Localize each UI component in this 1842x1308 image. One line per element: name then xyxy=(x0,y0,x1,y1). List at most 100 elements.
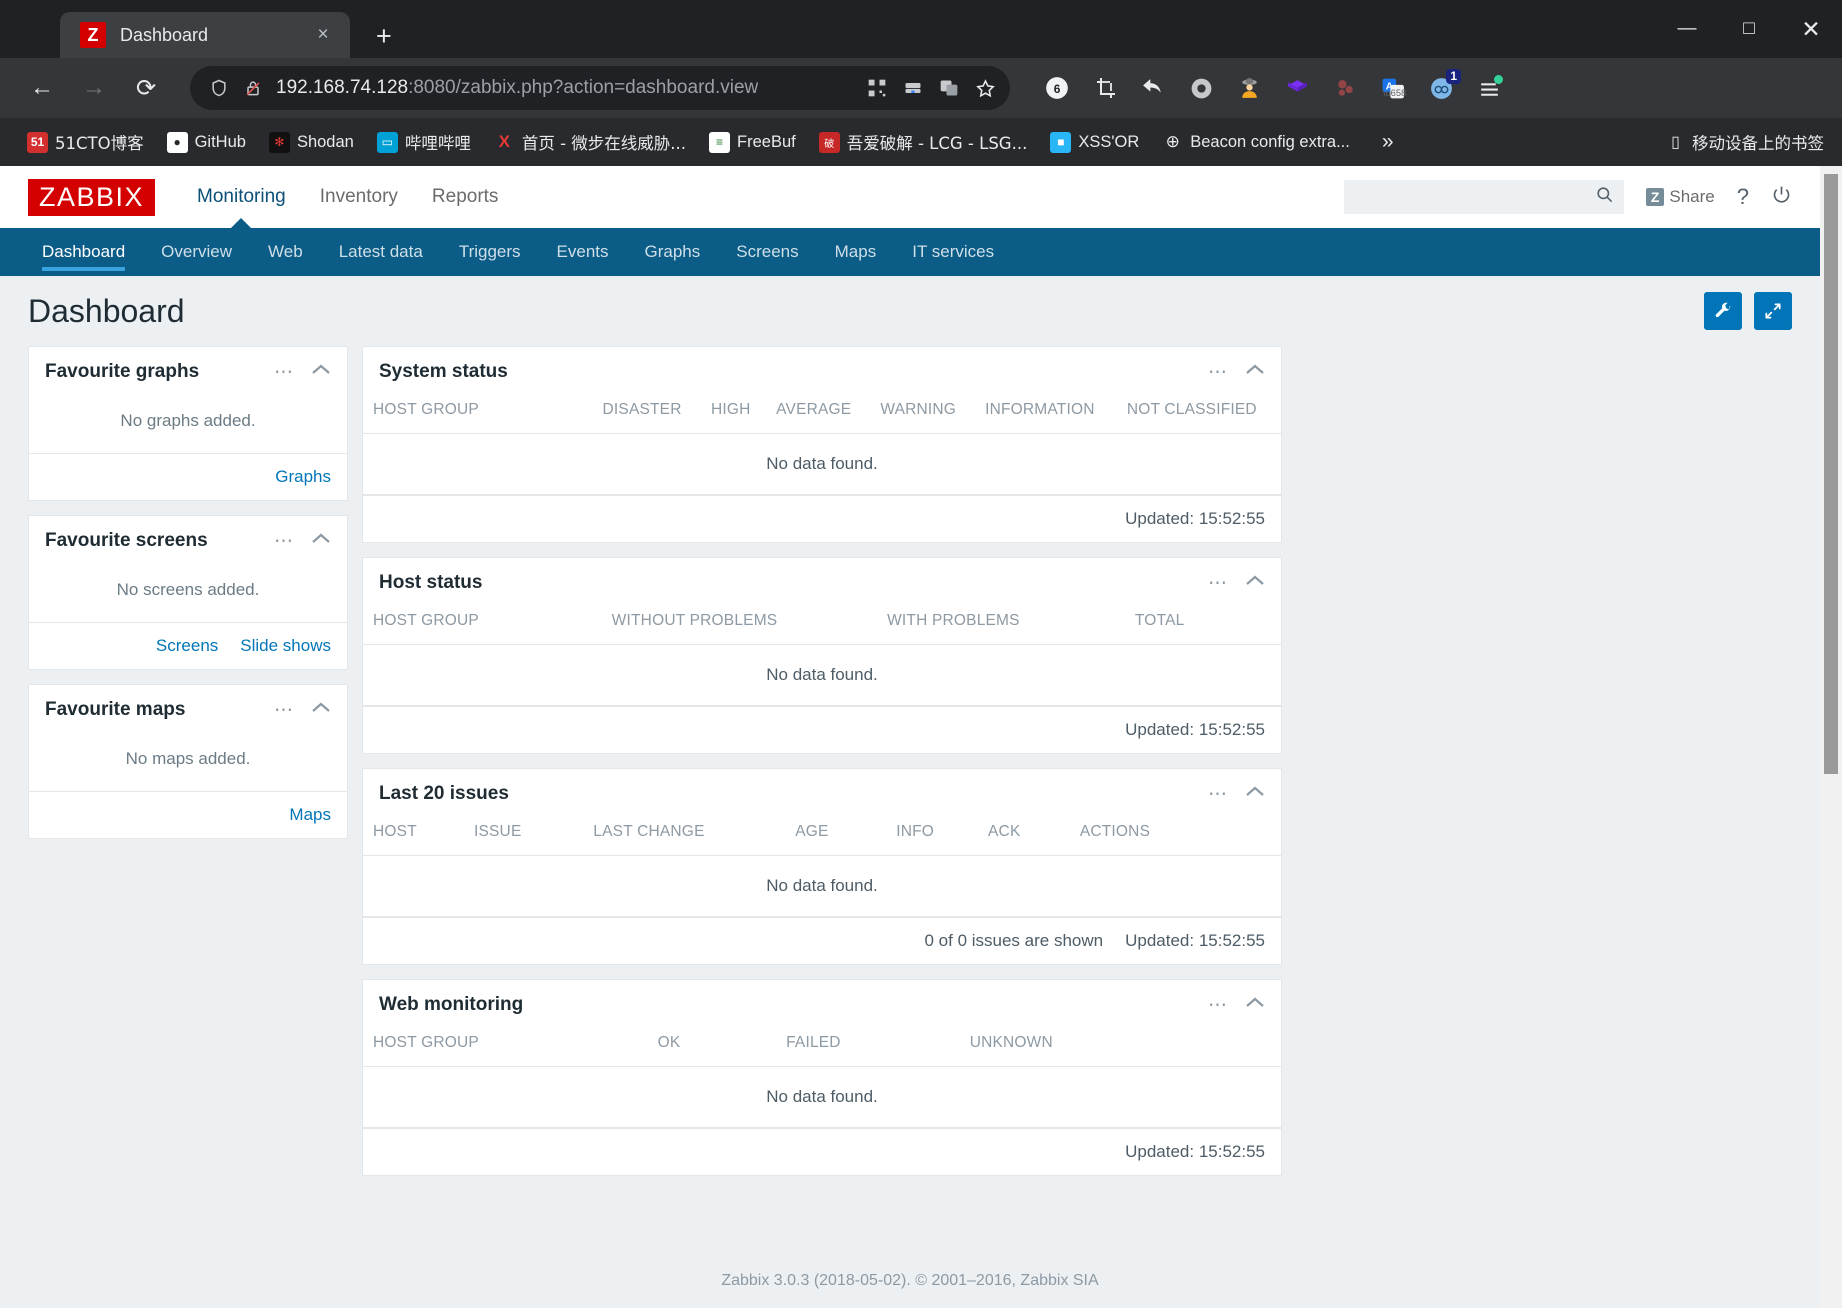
logout-icon[interactable] xyxy=(1771,184,1792,211)
blue-badge-extension-icon[interactable]: 1 xyxy=(1426,69,1461,103)
new-tab-button[interactable]: + xyxy=(376,23,392,50)
subnav-overview[interactable]: Overview xyxy=(143,228,250,276)
col-issue[interactable]: Issue xyxy=(464,817,583,856)
bookmarks-overflow-icon[interactable]: » xyxy=(1382,130,1394,154)
nav-reports[interactable]: Reports xyxy=(432,166,499,228)
col-without-problems[interactable]: Without problems xyxy=(602,606,877,645)
page-scrollbar[interactable] xyxy=(1820,166,1842,1308)
reload-button[interactable]: ⟳ xyxy=(124,66,168,110)
subnav-graphs[interactable]: Graphs xyxy=(627,228,719,276)
subnav-web[interactable]: Web xyxy=(250,228,321,276)
subnav-dashboard[interactable]: Dashboard xyxy=(24,228,143,276)
col-unknown[interactable]: Unknown xyxy=(960,1028,1281,1067)
bookmark-51cto[interactable]: 51 51CTO博客 xyxy=(18,125,153,159)
chevron-up-icon[interactable] xyxy=(311,363,331,381)
col-host[interactable]: Host xyxy=(363,817,464,856)
col-last-change[interactable]: Last change xyxy=(583,817,785,856)
bookmark-threatbook[interactable]: X 首页 - 微步在线威胁... xyxy=(485,125,695,159)
chevron-up-icon[interactable] xyxy=(1245,363,1265,381)
bookmark-beacon-config[interactable]: ⊕ Beacon config extra... xyxy=(1153,127,1359,158)
subnav-latest-data[interactable]: Latest data xyxy=(321,228,441,276)
chevron-up-icon[interactable] xyxy=(1245,996,1265,1014)
maximize-button[interactable]: □ xyxy=(1718,0,1780,58)
bookmark-xssor[interactable]: ■ XSS'OR xyxy=(1041,127,1148,158)
browser-tab-dashboard[interactable]: Z Dashboard × xyxy=(60,12,350,58)
zabbix-footer[interactable]: Zabbix 3.0.3 (2018-05-02). © 2001–2016, … xyxy=(28,1258,1792,1308)
link-maps[interactable]: Maps xyxy=(289,805,331,825)
search-input[interactable] xyxy=(1353,188,1595,206)
link-slide-shows[interactable]: Slide shows xyxy=(240,636,331,656)
subnav-it-services[interactable]: IT services xyxy=(894,228,1012,276)
detective-icon[interactable] xyxy=(1234,73,1264,103)
crop-capture-icon[interactable] xyxy=(1090,73,1120,103)
col-age[interactable]: Age xyxy=(785,817,886,856)
col-host-group[interactable]: Host group xyxy=(363,606,602,645)
subnav-screens[interactable]: Screens xyxy=(718,228,816,276)
browser-menu-icon[interactable] xyxy=(1474,73,1504,103)
col-warning[interactable]: Warning xyxy=(870,395,975,434)
back-button[interactable]: ← xyxy=(20,66,64,110)
col-with-problems[interactable]: With problems xyxy=(877,606,1125,645)
share-button[interactable]: Z Share xyxy=(1645,187,1715,207)
subnav-events[interactable]: Events xyxy=(539,228,627,276)
close-window-button[interactable]: ✕ xyxy=(1780,0,1842,58)
star-icon[interactable] xyxy=(974,77,996,99)
link-graphs[interactable]: Graphs xyxy=(275,467,331,487)
shield-icon[interactable] xyxy=(208,77,230,99)
col-ack[interactable]: Ack xyxy=(978,817,1070,856)
subnav-maps[interactable]: Maps xyxy=(817,228,895,276)
nav-inventory[interactable]: Inventory xyxy=(320,166,398,228)
chevron-up-icon[interactable] xyxy=(311,701,331,719)
save-to-device-icon[interactable] xyxy=(902,77,924,99)
chevron-up-icon[interactable] xyxy=(1245,785,1265,803)
help-icon[interactable]: ? xyxy=(1737,184,1749,210)
zabbix-logo[interactable]: ZABBIX xyxy=(28,178,156,216)
subnav-triggers[interactable]: Triggers xyxy=(441,228,539,276)
minimize-button[interactable]: — xyxy=(1656,0,1718,58)
col-total[interactable]: Total xyxy=(1125,606,1281,645)
col-actions[interactable]: Actions xyxy=(1070,817,1281,856)
col-host-group[interactable]: Host group xyxy=(363,395,593,434)
scrollbar-thumb[interactable] xyxy=(1824,174,1838,774)
col-information[interactable]: Information xyxy=(975,395,1117,434)
widget-menu-icon[interactable]: ⋯ xyxy=(274,701,295,720)
nav-monitoring[interactable]: Monitoring xyxy=(197,166,286,228)
search-icon[interactable] xyxy=(1595,185,1614,209)
col-high[interactable]: High xyxy=(701,395,766,434)
widget-menu-icon[interactable]: ⋯ xyxy=(1208,785,1229,804)
bookmark-52pojie[interactable]: 破 吾爱破解 - LCG - LSG... xyxy=(810,125,1037,159)
col-info[interactable]: Info xyxy=(886,817,978,856)
counter-badge-icon[interactable]: 6 xyxy=(1042,73,1072,103)
undo-arrow-icon[interactable] xyxy=(1138,73,1168,103)
widget-menu-icon[interactable]: ⋯ xyxy=(274,532,295,551)
translate-extension-icon[interactable]: A\u6587 xyxy=(1378,73,1408,103)
col-ok[interactable]: Ok xyxy=(648,1028,777,1067)
tab-close-icon[interactable]: × xyxy=(310,24,336,46)
bookmark-freebuf[interactable]: ≡ FreeBuf xyxy=(700,127,805,158)
col-average[interactable]: Average xyxy=(766,395,870,434)
widget-menu-icon[interactable]: ⋯ xyxy=(1208,996,1229,1015)
global-search[interactable] xyxy=(1343,180,1624,214)
forward-button[interactable]: → xyxy=(72,66,116,110)
circle-ring-icon[interactable] xyxy=(1186,73,1216,103)
qr-code-icon[interactable] xyxy=(866,77,888,99)
fullscreen-button[interactable] xyxy=(1754,292,1792,330)
widget-menu-icon[interactable]: ⋯ xyxy=(1208,363,1229,382)
address-bar[interactable]: 192.168.74.128:8080/zabbix.php?action=da… xyxy=(190,66,1010,110)
col-disaster[interactable]: Disaster xyxy=(593,395,701,434)
red-dots-icon[interactable] xyxy=(1330,73,1360,103)
chevron-up-icon[interactable] xyxy=(311,532,331,550)
edit-dashboard-button[interactable] xyxy=(1704,292,1742,330)
bookmark-shodan[interactable]: ✻ Shodan xyxy=(260,127,363,158)
widget-menu-icon[interactable]: ⋯ xyxy=(1208,574,1229,593)
col-not-classified[interactable]: Not classified xyxy=(1117,395,1281,434)
bookmark-github[interactable]: ● GitHub xyxy=(158,127,255,158)
link-screens[interactable]: Screens xyxy=(156,636,218,656)
translate-icon[interactable]: A xyxy=(938,77,960,99)
chevron-up-icon[interactable] xyxy=(1245,574,1265,592)
mobile-bookmarks-folder[interactable]: ▯ 移动设备上的书签 xyxy=(1665,130,1824,154)
bookmark-bilibili[interactable]: ▭ 哔哩哔哩 xyxy=(368,125,480,159)
col-host-group[interactable]: Host group xyxy=(363,1028,648,1067)
widget-menu-icon[interactable]: ⋯ xyxy=(274,363,295,382)
col-failed[interactable]: Failed xyxy=(776,1028,960,1067)
